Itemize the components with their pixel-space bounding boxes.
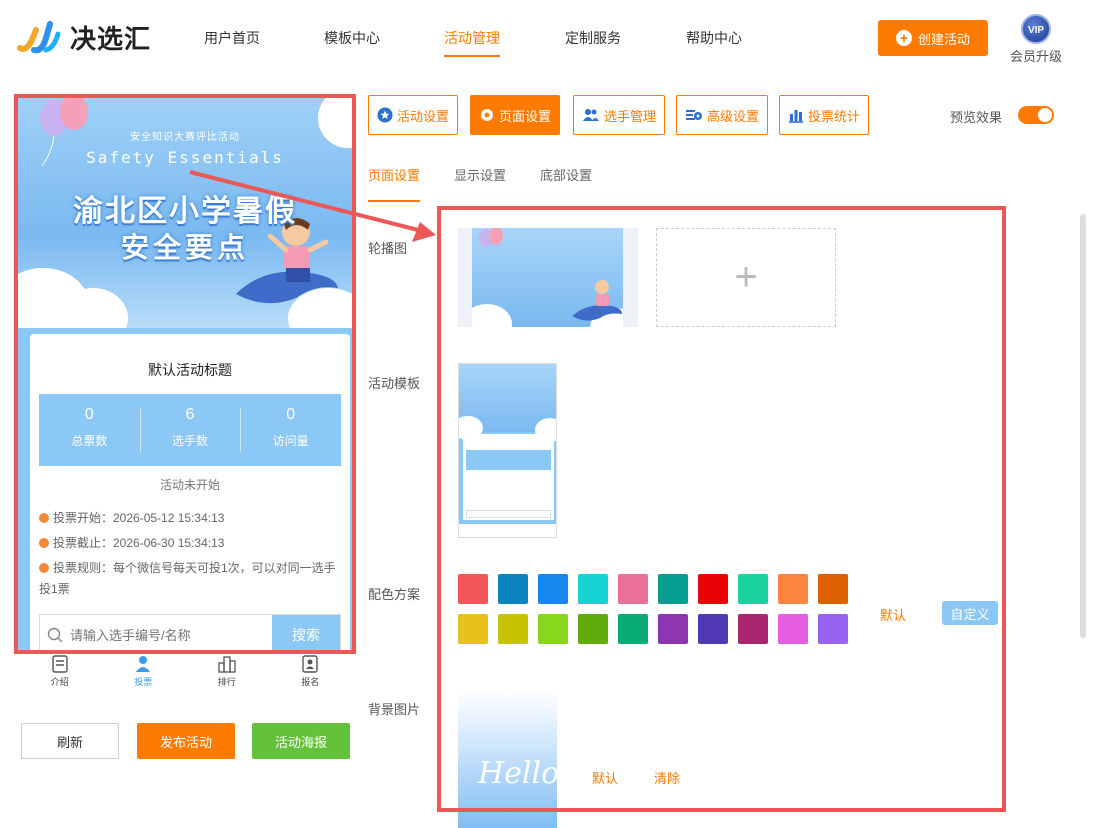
info-dot-icon [39,563,49,573]
stat-total-votes: 0 总票数 [71,406,108,448]
vip-badge-icon: VIP [1021,14,1051,44]
nav-user-home[interactable]: 用户首页 [204,29,260,57]
preview-effect-toggle[interactable] [1018,106,1054,124]
activity-poster-button[interactable]: 活动海报 [252,723,350,759]
activity-title: 默认活动标题 [148,362,232,378]
tab-contestant-management[interactable]: 选手管理 [573,95,666,135]
highlight-frame [437,206,1006,812]
stat-contestants: 6 选手数 [139,394,241,466]
tab-advanced-settings[interactable]: 高级设置 [676,95,769,135]
preview-effect-label: 预览效果 [950,110,1003,125]
tab-ranking[interactable]: 排行 [185,655,269,695]
star-icon [377,107,393,123]
nav-help-center[interactable]: 帮助中心 [686,29,742,57]
subtab-display-settings[interactable]: 显示设置 [454,165,506,184]
search-icon [40,615,70,650]
tab-page-settings[interactable]: 页面设置 [470,95,561,135]
nav-activity-management[interactable]: 活动管理 [444,29,500,57]
subtab-footer-settings[interactable]: 底部设置 [540,165,592,184]
activity-card: 默认活动标题 0 总票数 6 选手数 0 访问量 活动未开始 投票开始：2026… [30,334,350,650]
tab-vote-statistics[interactable]: 投票统计 [779,95,870,135]
logo-icon [17,21,61,54]
banner-title-line1: 渝北区小学暑假 [73,195,297,228]
refresh-button[interactable]: 刷新 [21,723,119,759]
logo-text: 决选汇 [70,23,152,54]
ranking-icon [218,656,236,673]
banner-english-title: Safety Essentials [86,148,284,167]
user-icon [136,656,151,672]
template-label: 活动模板 [368,376,421,391]
color-scheme-label: 配色方案 [368,587,421,602]
stats-panel: 0 总票数 6 选手数 0 访问量 [39,394,341,466]
background-image-label: 背景图片 [368,702,421,717]
activity-status: 活动未开始 [159,478,220,492]
banner-subtitle: 安全知识大赛评比活动 [130,132,240,143]
bar-chart-icon [788,107,804,123]
preview-tab-bar: 介绍 投票 排行 报名 [18,655,352,695]
users-icon [582,107,600,123]
info-dot-icon [39,538,49,548]
tab-register[interactable]: 报名 [269,655,353,695]
register-icon [302,655,318,673]
logo[interactable]: 决选汇 [16,18,151,56]
settings-sliders-icon [685,107,703,123]
create-activity-button[interactable]: + 创建活动 [878,20,988,56]
mobile-preview: 安全知识大赛评比活动 Safety Essentials 渝北区小学暑假 安全要… [14,94,356,654]
vote-rule-info: 投票规则：每个微信号每天可投1次，可以对同一选手投1票 [39,561,336,596]
tab-vote[interactable]: 投票 [102,655,186,695]
scrollbar[interactable] [1080,214,1086,638]
subtab-page-settings[interactable]: 页面设置 [368,165,421,202]
banner-title-line2: 安全要点 [120,232,249,263]
document-icon [52,655,68,673]
nav-custom-service[interactable]: 定制服务 [565,29,621,57]
vote-start-info: 投票开始：2026-05-12 15:34:13 [39,508,339,529]
plus-icon: + [895,30,912,46]
info-dot-icon [39,513,49,523]
nav-template-center[interactable]: 模板中心 [324,29,380,57]
vip-upgrade[interactable]: VIP 会员升级 [1010,14,1062,65]
top-navigation-bar: 决选汇 用户首页 模板中心 活动管理 定制服务 帮助中心 + 创建活动 VIP … [0,0,1096,80]
publish-activity-button[interactable]: 发布活动 [137,723,235,759]
vote-end-info: 投票截止：2026-06-30 15:34:13 [39,533,339,554]
vip-upgrade-label: 会员升级 [1010,49,1063,64]
preview-banner: 安全知识大赛评比活动 Safety Essentials 渝北区小学暑假 安全要… [18,98,352,328]
tab-activity-settings[interactable]: 活动设置 [368,95,459,135]
carousel-label: 轮播图 [368,241,408,256]
gear-icon [479,107,495,123]
stat-visits: 0 访问量 [240,394,341,466]
tab-intro[interactable]: 介绍 [18,655,102,695]
search-input[interactable] [70,615,272,650]
search-button[interactable]: 搜索 [272,615,340,650]
contestant-search: 搜索 [39,614,341,650]
